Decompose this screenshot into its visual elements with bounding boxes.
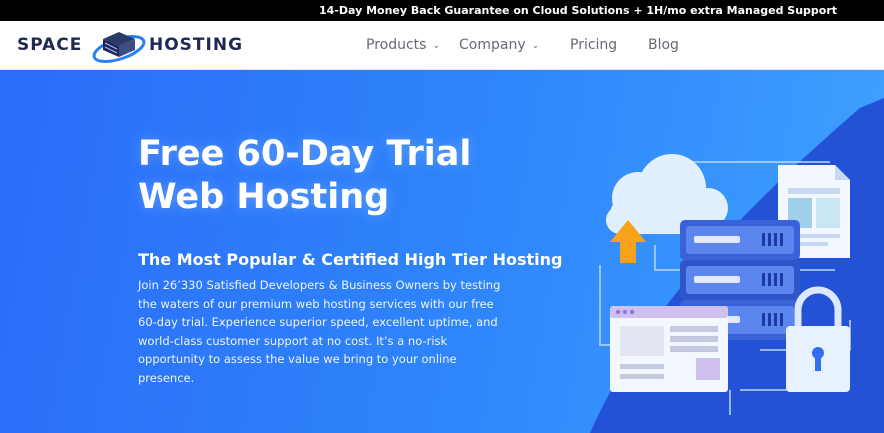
nav-item-label: Products	[366, 37, 427, 53]
hero-description: Join 26’330 Satisfied Developers & Busin…	[138, 278, 501, 385]
nav-item-label: Pricing	[570, 37, 618, 53]
nav-item-company[interactable]: Company ⌄	[459, 37, 539, 53]
brand-word-1: SPACE	[17, 35, 83, 55]
hero-title-line-1: Free 60-Day Trial	[138, 134, 472, 174]
hero-title: Free 60-Day Trial Web Hosting	[138, 133, 558, 219]
nav-item-products[interactable]: Products ⌄	[366, 37, 440, 53]
nav-item-blog[interactable]: Blog	[648, 37, 679, 53]
nav-item-pricing[interactable]: Pricing	[570, 37, 617, 53]
announcement-bar: 14-Day Money Back Guarantee on Cloud Sol…	[0, 0, 884, 21]
announcement-text: 14-Day Money Back Guarantee on Cloud Sol…	[319, 4, 838, 17]
brand-logo[interactable]: SPACE HOSTING	[17, 27, 247, 65]
chevron-down-icon: ⌄	[531, 41, 540, 51]
main-navbar: SPACE HOSTING Products ⌄ Company ⌄ Pricing…	[0, 21, 884, 70]
hero-title-line-2: Web Hosting	[138, 177, 390, 217]
hero-section: Free 60-Day Trial Web Hosting The Most P…	[0, 70, 884, 433]
nav-item-label: Blog	[648, 37, 679, 53]
brand-word-2: HOSTING	[149, 35, 244, 55]
chevron-down-icon: ⌄	[432, 41, 440, 51]
hero-subtitle: The Most Popular & Certified High Tier H…	[138, 250, 563, 269]
server-orbit-icon	[92, 32, 146, 63]
browser-window-icon	[610, 306, 728, 392]
cloud-server-illustration	[590, 98, 884, 433]
nav-item-label: Company	[459, 37, 526, 53]
